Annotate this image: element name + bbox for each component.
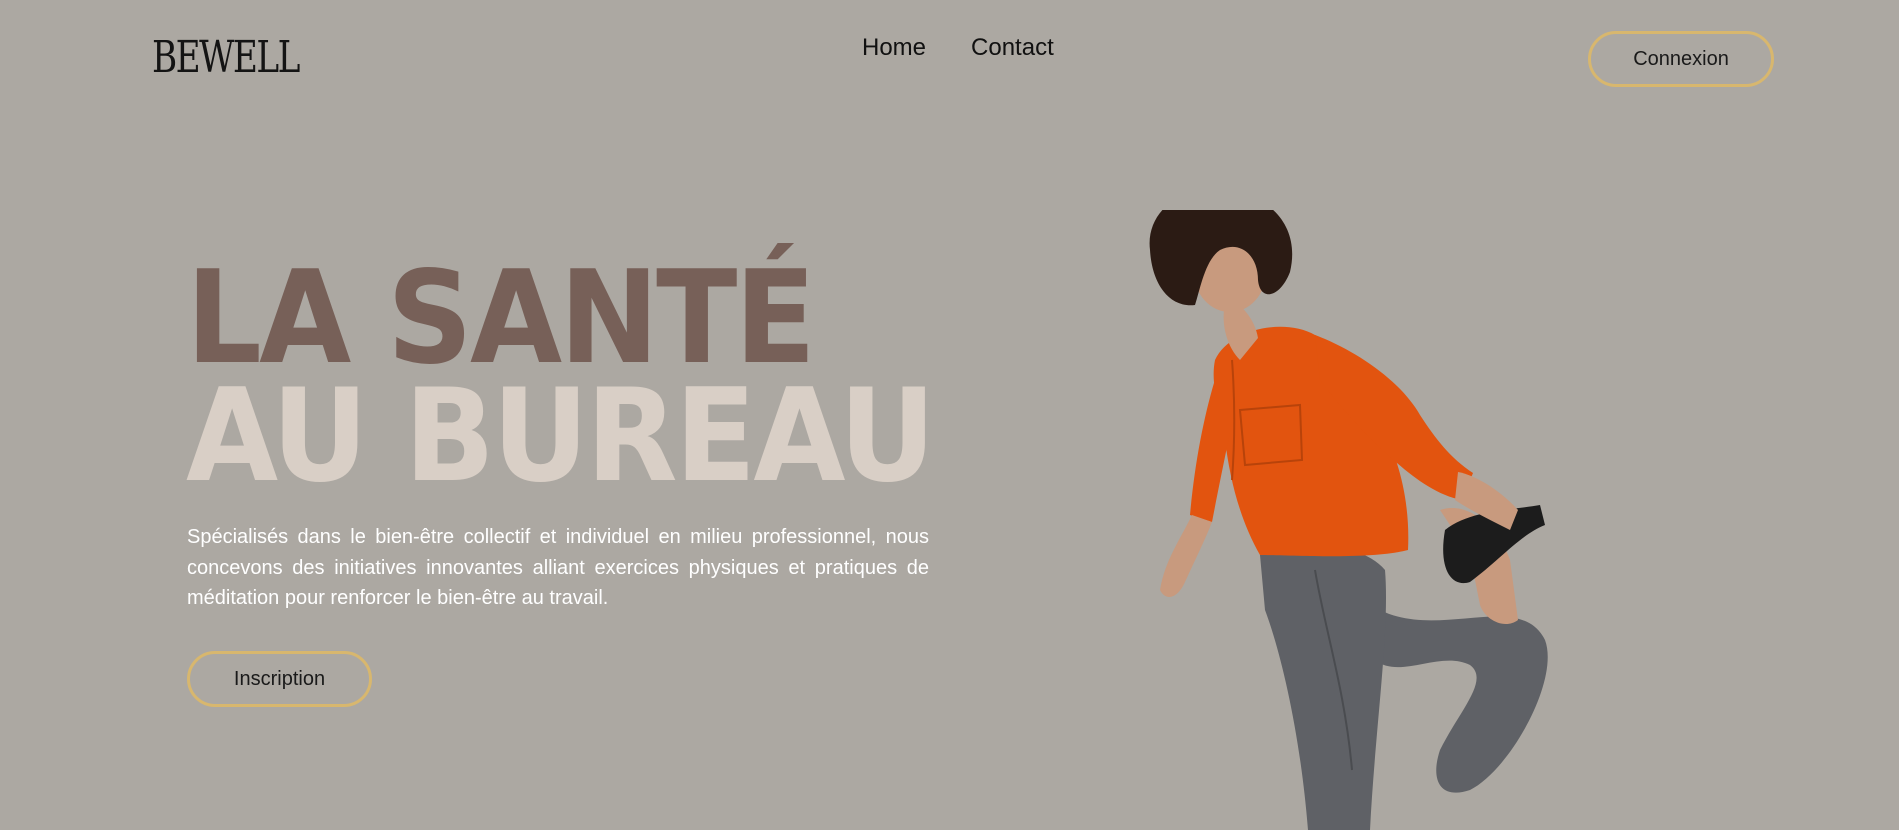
landing-page: BEWELL Home Contact Connexion LA SANTÉ A… [0,0,1899,830]
login-button[interactable]: Connexion [1588,31,1774,87]
signup-button[interactable]: Inscription [187,651,372,707]
logo[interactable]: BEWELL [152,36,300,80]
nav-contact-link[interactable]: Contact [971,34,1054,62]
hero-description: Spécialisés dans le bien-être collectif … [187,526,929,609]
hero-title-line-2: AU BUREAU [186,362,936,511]
hero-photo-woman-stretching [1149,210,1548,830]
main-nav: Home Contact [862,34,1054,62]
nav-home-link[interactable]: Home [862,34,926,62]
